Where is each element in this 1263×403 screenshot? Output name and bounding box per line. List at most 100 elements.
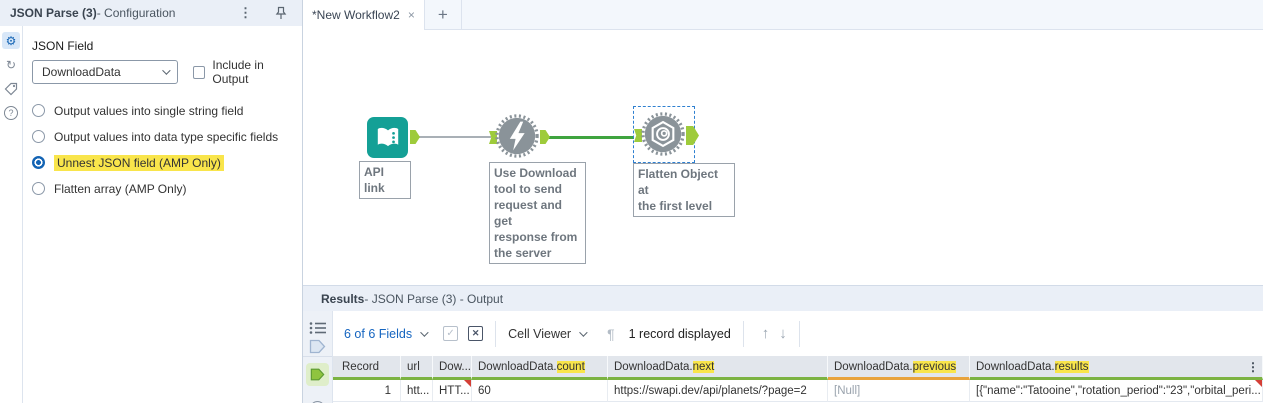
output-anchor[interactable] — [410, 130, 420, 144]
toolbar-separator — [742, 320, 744, 347]
include-in-output-option[interactable]: Include in Output — [192, 58, 302, 86]
cell-downloaddata[interactable]: HTT... — [433, 380, 472, 402]
json-field-label: JSON Field — [32, 39, 94, 53]
new-tab-button[interactable]: + — [425, 0, 462, 30]
toolbar-separator — [495, 320, 497, 347]
annotation-line: the server — [494, 246, 552, 260]
json-field-dropdown[interactable]: DownloadData — [32, 60, 178, 84]
cell-viewer-label: Cell Viewer — [508, 326, 572, 341]
main-area: *New Workflow2 × + API link Use Download… — [303, 0, 1263, 403]
header-text-highlighted: next — [692, 360, 715, 373]
option-single-string[interactable]: Output values into single string field — [32, 102, 302, 119]
config-tool-title: JSON Parse (3) — [10, 6, 97, 20]
option-label: Output values into single string field — [54, 103, 244, 118]
annotation-line: Use Download — [494, 166, 577, 180]
header-text-highlighted: count — [556, 360, 585, 373]
toolbar-separator — [798, 320, 800, 347]
results-toolbar: 6 of 6 Fields ✓ ✕ Cell Viewer ¶ 1 record… — [333, 311, 1263, 356]
annotation-line: the first level — [638, 199, 713, 213]
annotation-api-link[interactable]: API link — [359, 161, 411, 199]
app-window: JSON Parse (3) - Configuration ⋮ ⚙ ↻ ? J… — [0, 0, 1263, 403]
question-mark-icon: ? — [4, 105, 18, 120]
configuration-panel: JSON Parse (3) - Configuration ⋮ ⚙ ↻ ? J… — [0, 0, 303, 403]
output-anchor-selected[interactable] — [306, 363, 329, 386]
results-table: Record url Dow... DownloadData. count Do… — [333, 356, 1263, 403]
whitespace-toggle-icon[interactable]: ¶ — [607, 326, 615, 342]
annotation-line: response from — [494, 230, 578, 244]
metadata-list-icon[interactable] — [309, 321, 326, 335]
option-data-type-fields[interactable]: Output values into data type specific fi… — [32, 128, 302, 145]
tab-label: *New Workflow2 — [312, 8, 400, 22]
cell-viewer-dropdown[interactable]: Cell Viewer — [508, 326, 588, 341]
cell-count[interactable]: 60 — [472, 380, 608, 402]
configuration-header: JSON Parse (3) - Configuration ⋮ — [0, 0, 302, 26]
annotation-line: Flatten Object at — [638, 167, 719, 197]
header-text: DownloadData. — [478, 360, 557, 373]
header-text: DownloadData. — [614, 360, 693, 373]
radio-selected[interactable] — [32, 156, 45, 169]
deselect-icon[interactable]: ✕ — [468, 326, 484, 341]
tab-close-icon[interactable]: × — [408, 8, 415, 22]
select-all-icon[interactable]: ✓ — [443, 326, 459, 341]
results-title: Results — [321, 291, 365, 306]
cell-previous[interactable]: [Null] — [828, 380, 970, 402]
parse-mode-options: Output values into single string field O… — [32, 102, 302, 197]
connection-download-jsonparse[interactable] — [549, 136, 634, 139]
column-header-record[interactable]: Record — [333, 356, 401, 380]
fields-dropdown[interactable]: 6 of 6 Fields — [344, 326, 429, 341]
open-book-icon — [377, 127, 398, 146]
radio-unselected[interactable] — [32, 182, 45, 195]
option-unnest-json[interactable]: Unnest JSON field (AMP Only) — [32, 154, 302, 171]
null-value: [Null] — [834, 384, 861, 397]
tag-annotation-icon[interactable] — [2, 80, 20, 97]
annotation-flatten[interactable]: Flatten Object at the first level — [633, 163, 735, 217]
results-header: Results - JSON Parse (3) - Output — [303, 285, 1263, 311]
configuration-body: ⚙ ↻ ? JSON Field DownloadData Include in… — [0, 26, 302, 403]
config-kebab-menu-icon[interactable]: ⋮ — [239, 5, 252, 21]
column-header-next[interactable]: DownloadData. next — [608, 356, 828, 380]
pin-icon[interactable] — [274, 6, 288, 20]
radio-unselected[interactable] — [32, 130, 45, 143]
settings-gear-icon[interactable]: ⚙ — [2, 32, 20, 49]
table-row: 1 htt... HTT... 60 https://swapi.dev/api… — [333, 380, 1263, 402]
option-flatten-array[interactable]: Flatten array (AMP Only) — [32, 180, 302, 197]
output-anchor[interactable] — [540, 130, 550, 144]
download-tool-icon — [495, 114, 539, 158]
header-text: Dow... — [439, 360, 471, 373]
annotation-line: request and get — [494, 198, 563, 228]
navigation-icon[interactable]: ↻ — [2, 56, 20, 73]
include-in-output-label: Include in Output — [212, 58, 264, 86]
green-anchor-icon — [310, 368, 325, 381]
include-in-output-checkbox[interactable] — [192, 65, 206, 79]
cell-url[interactable]: htt... — [401, 380, 433, 402]
results-title-suffix: - JSON Parse (3) - Output — [364, 291, 504, 306]
header-text: DownloadData. — [834, 360, 913, 373]
tool-text-input[interactable] — [367, 117, 408, 158]
tool-download[interactable] — [495, 114, 539, 158]
option-label: Output values into data type specific fi… — [54, 129, 279, 144]
tab-new-workflow2[interactable]: *New Workflow2 × — [303, 0, 425, 30]
column-header-downloaddata[interactable]: Dow... — [433, 356, 472, 380]
anchor-outline-icon[interactable] — [309, 339, 326, 354]
cell-results[interactable]: [{"name":"Tatooine","rotation_period":"2… — [970, 380, 1263, 402]
help-icon[interactable]: ? — [2, 104, 20, 121]
column-header-count[interactable]: DownloadData. count — [472, 356, 608, 380]
column-header-results[interactable]: DownloadData. results ⋮ — [970, 356, 1263, 380]
scroll-up-icon[interactable]: ↑ — [762, 325, 770, 342]
tool-json-parse[interactable] — [641, 112, 685, 156]
cell-record[interactable]: 1 — [333, 380, 401, 402]
radio-unselected[interactable] — [32, 104, 45, 117]
workflow-canvas[interactable]: API link Use Download tool to send reque… — [303, 30, 1263, 285]
header-text: DownloadData. — [976, 360, 1055, 373]
option-label: Flatten array (AMP Only) — [54, 181, 187, 196]
column-header-url[interactable]: url — [401, 356, 433, 380]
records-displayed-label: 1 record displayed — [628, 326, 731, 341]
column-header-previous[interactable]: DownloadData. previous — [828, 356, 970, 380]
scroll-down-icon[interactable]: ↓ — [779, 325, 787, 342]
column-menu-kebab-icon[interactable]: ⋮ — [1247, 360, 1259, 374]
annotation-download[interactable]: Use Download tool to send request and ge… — [489, 162, 586, 264]
cell-next[interactable]: https://swapi.dev/api/planets/?page=2 — [608, 380, 828, 402]
fields-count-label: 6 of 6 Fields — [344, 326, 413, 341]
output-anchor[interactable] — [686, 126, 699, 145]
connection-textinput-download[interactable] — [419, 136, 491, 138]
